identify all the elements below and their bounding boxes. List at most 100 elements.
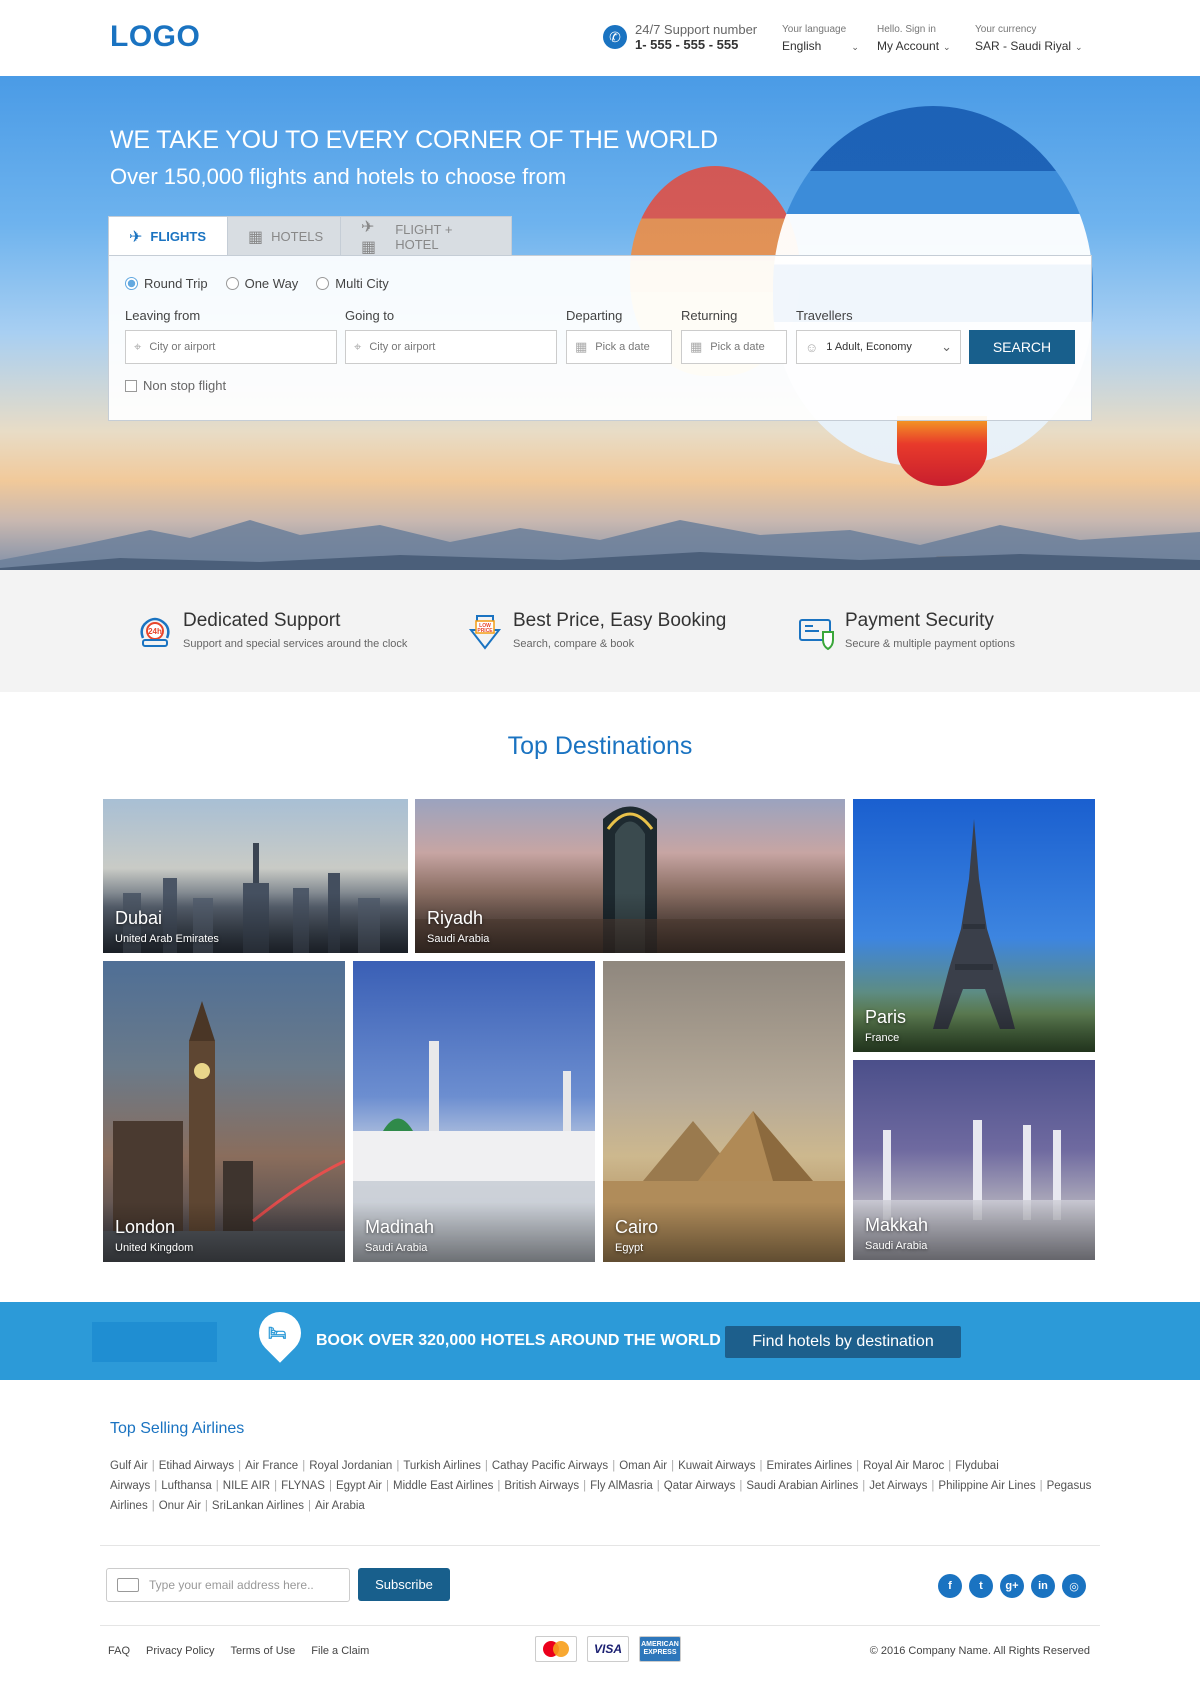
instagram-icon[interactable]: ◎ bbox=[1062, 1574, 1086, 1598]
bed-icon: 🛏 bbox=[268, 1325, 288, 1342]
top-destinations-title: Top Destinations bbox=[507, 732, 693, 760]
destination-country: Saudi Arabia bbox=[365, 1242, 428, 1254]
language-selector[interactable]: Your language English ⌄ bbox=[782, 24, 859, 53]
leaving-placeholder: City or airport bbox=[149, 341, 216, 353]
destination-country: France bbox=[865, 1032, 900, 1044]
separator: | bbox=[215, 1480, 219, 1492]
departing-placeholder: Pick a date bbox=[595, 341, 650, 353]
leaving-from-input[interactable]: ⌖ City or airport bbox=[125, 330, 337, 364]
airline-link[interactable]: Saudi Arabian Airlines bbox=[746, 1480, 858, 1492]
destination-tile-dubai[interactable]: Dubai United Arab Emirates bbox=[103, 799, 408, 953]
tab-label: FLIGHTS bbox=[150, 229, 207, 244]
tab-hotels[interactable]: ▦ HOTELS bbox=[227, 216, 341, 256]
low-price-tag-icon: LOW PRICE bbox=[468, 615, 502, 650]
find-hotels-button[interactable]: Find hotels by destination bbox=[725, 1326, 961, 1358]
twitter-icon[interactable]: t bbox=[969, 1574, 993, 1598]
destination-tile-riyadh[interactable]: Riyadh Saudi Arabia bbox=[415, 799, 845, 953]
separator: | bbox=[671, 1460, 675, 1472]
airline-link[interactable]: Fly AlMasria bbox=[590, 1480, 653, 1492]
separator: | bbox=[497, 1480, 501, 1492]
departing-label: Departing bbox=[566, 308, 623, 323]
airline-link[interactable]: Air France bbox=[245, 1460, 298, 1472]
airline-link[interactable]: Jet Airways bbox=[869, 1480, 927, 1492]
tab-flight-hotel[interactable]: ✈▦ FLIGHT + HOTEL bbox=[340, 216, 512, 256]
support-number: 1- 555 - 555 - 555 bbox=[635, 37, 739, 52]
airline-link[interactable]: Qatar Airways bbox=[664, 1480, 736, 1492]
airline-link[interactable]: NILE AIR bbox=[223, 1480, 270, 1492]
newsletter-email-input[interactable]: Type your email address here.. bbox=[106, 1568, 350, 1602]
airline-link[interactable]: Royal Air Maroc bbox=[863, 1460, 944, 1472]
tab-flights[interactable]: ✈ FLIGHTS bbox=[108, 216, 228, 256]
airline-link[interactable]: SriLankan Airlines bbox=[212, 1500, 304, 1512]
airline-link[interactable]: Turkish Airlines bbox=[403, 1460, 481, 1472]
destination-tile-london[interactable]: London United Kingdom bbox=[103, 961, 345, 1262]
separator: | bbox=[238, 1460, 242, 1472]
destination-city: Paris bbox=[865, 1007, 907, 1027]
language-label: Your language bbox=[782, 24, 847, 35]
departing-date-input[interactable]: ▦ Pick a date bbox=[566, 330, 672, 364]
language-value: English bbox=[782, 39, 822, 53]
copyright: © 2016 Company Name. All Rights Reserved bbox=[869, 1645, 1090, 1657]
destination-tile-cairo[interactable]: Cairo Egypt bbox=[603, 961, 845, 1262]
site-logo[interactable]: LOGO bbox=[110, 20, 200, 54]
destination-tile-madinah[interactable]: Madinah Saudi Arabia bbox=[353, 961, 595, 1262]
airline-link[interactable]: Air Arabia bbox=[315, 1500, 365, 1512]
airline-link[interactable]: FLYNAS bbox=[281, 1480, 325, 1492]
radio-dot bbox=[125, 277, 138, 290]
airline-link[interactable]: Middle East Airlines bbox=[393, 1480, 493, 1492]
footer-link-claim[interactable]: File a Claim bbox=[311, 1645, 369, 1657]
separator: | bbox=[396, 1460, 400, 1472]
mountains-image bbox=[0, 520, 1200, 570]
airline-link[interactable]: Royal Jordanian bbox=[309, 1460, 392, 1472]
footer-link-privacy[interactable]: Privacy Policy bbox=[146, 1645, 214, 1657]
banner-text: BOOK OVER 320,000 HOTELS AROUND THE WORL… bbox=[316, 1332, 721, 1349]
airline-link[interactable]: Gulf Air bbox=[110, 1460, 148, 1472]
radio-dot bbox=[225, 277, 239, 290]
separator: | bbox=[931, 1480, 935, 1492]
google-plus-icon[interactable]: g+ bbox=[1000, 1574, 1024, 1598]
airline-link[interactable]: Onur Air bbox=[159, 1500, 201, 1512]
location-pin-icon: ⌖ bbox=[134, 339, 142, 354]
subscribe-button[interactable]: Subscribe bbox=[358, 1568, 450, 1601]
going-to-input[interactable]: ⌖ City or airport bbox=[345, 330, 557, 364]
airline-link[interactable]: Egypt Air bbox=[336, 1480, 382, 1492]
radio-label: Multi City bbox=[335, 276, 389, 291]
destination-tile-makkah[interactable]: Makkah Saudi Arabia bbox=[853, 1060, 1095, 1260]
airline-link[interactable]: Emirates Airlines bbox=[766, 1460, 852, 1472]
destination-tile-paris[interactable]: Paris France bbox=[853, 799, 1095, 1052]
separator: | bbox=[307, 1500, 311, 1512]
feature-subtitle: Search, compare & book bbox=[513, 638, 635, 650]
radio-round-trip[interactable]: Round Trip bbox=[125, 276, 208, 291]
account-menu[interactable]: Hello. Sign in My Account ⌄ bbox=[877, 24, 951, 53]
currency-selector[interactable]: Your currency SAR - Saudi Riyal ⌄ bbox=[975, 24, 1083, 53]
airline-link[interactable]: Lufthansa bbox=[161, 1480, 212, 1492]
feature-subtitle: Secure & multiple payment options bbox=[845, 638, 1015, 650]
airline-link[interactable]: Philippine Air Lines bbox=[938, 1480, 1035, 1492]
airline-link[interactable]: British Airways bbox=[504, 1480, 579, 1492]
hotels-banner: 🛏 BOOK OVER 320,000 HOTELS AROUND THE WO… bbox=[0, 1302, 1200, 1380]
nonstop-checkbox[interactable]: Non stop flight bbox=[125, 378, 226, 393]
destination-country: Saudi Arabia bbox=[427, 933, 490, 945]
currency-label: Your currency bbox=[975, 24, 1037, 35]
airline-link[interactable]: Oman Air bbox=[619, 1460, 667, 1472]
airline-link[interactable]: Kuwait Airways bbox=[678, 1460, 755, 1472]
currency-value: SAR - Saudi Riyal bbox=[975, 39, 1072, 53]
search-button[interactable]: SEARCH bbox=[969, 330, 1075, 364]
travellers-select[interactable]: ☺ 1 Adult, Economy ⌄ bbox=[796, 330, 961, 364]
airline-link[interactable]: Etihad Airways bbox=[159, 1460, 234, 1472]
facebook-icon[interactable]: f bbox=[938, 1574, 962, 1598]
destination-city: Riyadh bbox=[427, 908, 484, 928]
footer-link-terms[interactable]: Terms of Use bbox=[230, 1645, 295, 1657]
returning-label: Returning bbox=[681, 308, 738, 323]
feature-subtitle: Support and special services around the … bbox=[183, 638, 408, 650]
flight-search-form: Round Trip One Way Multi City Leaving fr… bbox=[108, 255, 1092, 421]
airline-link[interactable]: Cathay Pacific Airways bbox=[492, 1460, 608, 1472]
footer-link-faq[interactable]: FAQ bbox=[108, 1645, 130, 1657]
returning-date-input[interactable]: ▦ Pick a date bbox=[681, 330, 787, 364]
account-label: Hello. Sign in bbox=[877, 24, 936, 35]
support-info: ✆ 24/7 Support number 1- 555 - 555 - 555 bbox=[603, 22, 757, 52]
linkedin-icon[interactable]: in bbox=[1031, 1574, 1055, 1598]
feature-payment-security: Payment Security Secure & multiple payme… bbox=[797, 610, 1015, 652]
radio-one-way[interactable]: One Way bbox=[225, 276, 298, 291]
radio-multi-city[interactable]: Multi City bbox=[316, 276, 389, 291]
